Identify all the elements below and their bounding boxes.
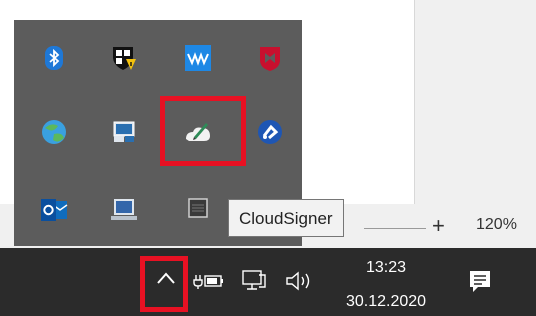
windows-security-icon[interactable]: [104, 38, 144, 78]
waves-audio-icon[interactable]: [178, 38, 218, 78]
globe-app-icon[interactable]: [34, 112, 74, 152]
taskbar-clock[interactable]: 13:23 30.12.2020: [340, 255, 432, 315]
outlook-icon[interactable]: [34, 190, 74, 230]
remote-desktop-icon[interactable]: [104, 112, 144, 152]
cloudsigner-highlight-box: [160, 96, 246, 166]
bluetooth-icon[interactable]: [34, 38, 74, 78]
laptop-display-icon[interactable]: [104, 190, 144, 230]
clock-time: 13:23: [365, 259, 407, 276]
battery-power-icon[interactable]: [192, 268, 226, 294]
app-side-panel: [414, 0, 536, 204]
cloudsigner-tooltip: CloudSigner: [228, 199, 344, 237]
blue-dots-app-icon[interactable]: [250, 112, 290, 152]
action-center-notification-icon[interactable]: [464, 266, 496, 298]
zoom-in-button[interactable]: +: [432, 211, 445, 241]
mcafee-icon[interactable]: [250, 38, 290, 78]
chevron-highlight-box: [140, 256, 188, 312]
clock-date: 30.12.2020: [345, 293, 427, 310]
network-icon[interactable]: [238, 266, 270, 296]
volume-icon[interactable]: [282, 266, 316, 296]
zoom-level-label[interactable]: 120%: [476, 216, 517, 234]
grey-square-icon[interactable]: [178, 188, 218, 228]
zoom-slider-track[interactable]: [364, 228, 426, 229]
taskbar: [0, 248, 536, 316]
